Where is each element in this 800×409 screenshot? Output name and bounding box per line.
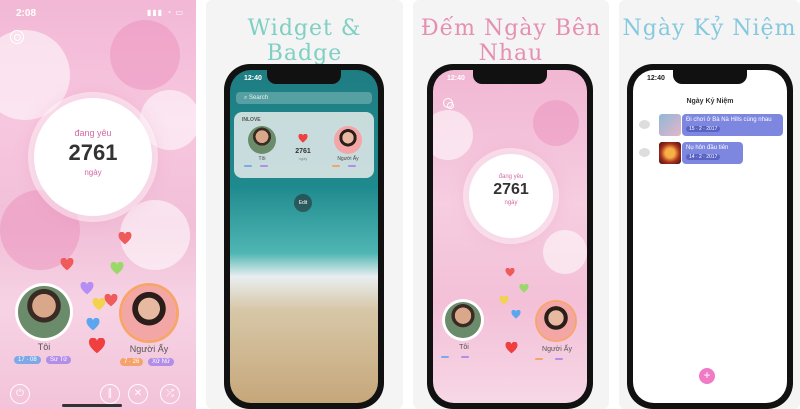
counter-unit: ngày xyxy=(84,168,102,177)
memory-thumbnail xyxy=(659,142,681,164)
zodiac-badge xyxy=(348,165,356,167)
zodiac-badge: Sư Tử xyxy=(46,356,72,364)
heart-icon[interactable] xyxy=(88,338,106,354)
phone-notch xyxy=(267,70,341,84)
memory-date: 14 · 2 · 2017 xyxy=(686,154,721,160)
avatar-me[interactable] xyxy=(445,302,481,338)
search-placeholder: Search xyxy=(249,95,269,101)
avatar-partner xyxy=(334,126,362,154)
phone-status-time: 12:40 xyxy=(447,75,465,82)
memory-text: Đi chơi ở Bà Nà Hills cùng nhau xyxy=(686,117,772,123)
add-memory-button[interactable]: + xyxy=(699,368,715,384)
zodiac-badge xyxy=(555,358,563,360)
heart-icon xyxy=(60,258,74,271)
power-icon[interactable]: ⏻ xyxy=(10,384,30,404)
memory-thumbnail xyxy=(659,114,681,136)
pause-icon[interactable]: ∥ xyxy=(100,384,120,404)
avatar-partner[interactable] xyxy=(122,286,176,340)
blossom-decoration xyxy=(110,20,180,90)
heart-icon xyxy=(86,318,100,331)
name-partner: Người Ấy xyxy=(542,346,572,353)
app-screen-main: 2:08 ▮▮▮ ◔ ▭ đang yêu 2761 ngày Tôi Ngườ… xyxy=(0,0,196,409)
promo-title: Ngày Kỷ Niệm xyxy=(622,16,797,41)
avatar-me[interactable] xyxy=(18,286,70,338)
memory-text: Nụ hôn đầu tiên xyxy=(686,145,729,151)
love-day-counter[interactable]: đang yêu 2761 ngày xyxy=(34,98,152,216)
birthday-badge xyxy=(244,165,252,167)
memory-card[interactable]: Nụ hôn đầu tiên 14 · 2 · 2017 xyxy=(682,142,743,164)
heart-icon xyxy=(80,282,94,295)
edit-button[interactable]: Edit xyxy=(294,194,312,212)
phone-screen: 12:40 đang yêu 2761 ngày Tôi Người Ấy xyxy=(433,70,587,403)
phone-screen: 12:40 Ngày Kỷ Niệm Đi chơi ở Bà Nà Hills… xyxy=(633,70,787,403)
promo-title: Widget & Badge xyxy=(247,16,362,66)
phone-screen: 12:40 ⌕ Search INLOVE 2761 ngày Tôi Ngườ… xyxy=(230,70,378,403)
avatar-me xyxy=(248,126,276,154)
counter-label: đang yêu xyxy=(498,174,524,180)
promo-title: Đếm Ngày Bên Nhau xyxy=(420,16,602,66)
birthday-badge: 17 · 08 xyxy=(14,356,41,364)
counter-value: 2761 xyxy=(68,140,118,165)
counter-value: 2761 xyxy=(493,181,529,198)
blossom-decoration xyxy=(0,30,70,120)
settings-gear-icon[interactable] xyxy=(10,30,24,44)
counter-label: đang yêu xyxy=(74,128,112,138)
mute-icon[interactable]: ✕ xyxy=(128,384,148,404)
eye-icon[interactable] xyxy=(639,148,650,157)
memory-card[interactable]: Đi chơi ở Bà Nà Hills cùng nhau 15 · 2 ·… xyxy=(682,114,783,136)
blossom-decoration xyxy=(433,110,473,160)
heart-icon xyxy=(511,310,521,319)
birthday-badge: 7 · 26 xyxy=(120,358,144,366)
heart-icon[interactable] xyxy=(505,342,518,354)
widget-counter-value: 2761 xyxy=(295,148,311,155)
name-me: Tôi xyxy=(37,342,51,352)
search-input[interactable]: ⌕ Search xyxy=(236,92,372,104)
heart-icon xyxy=(499,296,509,305)
heart-icon xyxy=(505,268,515,277)
phone-frame: 12:40 đang yêu 2761 ngày Tôi Người Ấy xyxy=(427,64,593,409)
heart-icon xyxy=(110,262,124,275)
phone-frame: 12:40 ⌕ Search INLOVE 2761 ngày Tôi Ngườ… xyxy=(224,64,384,409)
settings-gear-icon[interactable] xyxy=(443,98,454,109)
love-widget[interactable]: INLOVE 2761 ngày Tôi Người Ấy xyxy=(234,112,374,178)
widget-counter-unit: ngày xyxy=(298,156,308,161)
avatar-partner[interactable] xyxy=(537,302,575,340)
zodiac-badge xyxy=(461,356,469,358)
phone-frame: 12:40 Ngày Kỷ Niệm Đi chơi ở Bà Nà Hills… xyxy=(627,64,793,409)
zodiac-badge xyxy=(260,165,268,167)
name-me: Tôi xyxy=(459,344,469,351)
birthday-badge xyxy=(535,358,543,360)
name-me: Tôi xyxy=(258,156,266,162)
blossom-decoration xyxy=(533,100,579,146)
heart-icon xyxy=(118,232,132,245)
shuffle-icon[interactable]: ⤮ xyxy=(160,384,180,404)
name-partner: Người Ấy xyxy=(129,344,169,354)
birthday-badge xyxy=(441,356,449,358)
love-day-counter[interactable]: đang yêu 2761 ngày xyxy=(469,154,553,238)
phone-status-time: 12:40 xyxy=(244,75,262,82)
status-icons: ▮▮▮ ◔ ▭ xyxy=(146,8,184,17)
widget-header: INLOVE xyxy=(242,117,261,123)
promo-count-days: Đếm Ngày Bên Nhau 12:40 đang yêu 2761 ng… xyxy=(413,0,609,409)
heart-icon xyxy=(104,294,118,307)
status-time: 2:08 xyxy=(16,8,37,19)
screen-title: Ngày Kỷ Niệm xyxy=(686,98,734,105)
name-partner: Người Ấy xyxy=(337,156,359,162)
zodiac-badge: Xử Nữ xyxy=(148,358,175,366)
phone-notch xyxy=(673,70,747,84)
promo-widget-badge: Widget & Badge 12:40 ⌕ Search INLOVE 276… xyxy=(206,0,403,409)
blossom-decoration xyxy=(543,230,587,274)
memory-item[interactable]: Nụ hôn đầu tiên 14 · 2 · 2017 xyxy=(637,142,783,164)
home-indicator xyxy=(62,404,122,407)
phone-notch xyxy=(473,70,547,84)
memory-date: 15 · 2 · 2017 xyxy=(686,126,721,132)
heart-icon xyxy=(298,134,308,143)
birthday-badge xyxy=(332,165,340,167)
eye-icon[interactable] xyxy=(639,120,650,129)
memory-item[interactable]: Đi chơi ở Bà Nà Hills cùng nhau 15 · 2 ·… xyxy=(637,114,783,136)
promo-anniversaries: Ngày Kỷ Niệm 12:40 Ngày Kỷ Niệm Đi chơi … xyxy=(619,0,800,409)
heart-icon xyxy=(519,284,529,293)
counter-unit: ngày xyxy=(504,200,518,206)
phone-status-time: 12:40 xyxy=(647,75,665,82)
